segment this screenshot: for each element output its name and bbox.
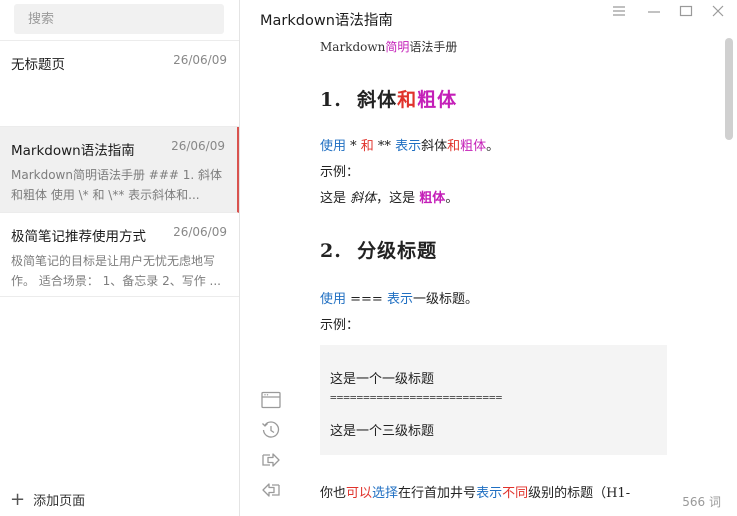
note-item-usage-tips[interactable]: 极简笔记推荐使用方式 26/06/09 极简笔记的目标是让用户无忧无虑地写作。 … bbox=[0, 213, 239, 297]
note-date: 26/06/09 bbox=[173, 225, 227, 239]
close-icon[interactable] bbox=[706, 2, 730, 20]
p3-f: 不同 bbox=[502, 486, 529, 501]
heading-1-part-a: 斜体 bbox=[357, 89, 398, 111]
doc-subtitle-c: 语法手册 bbox=[409, 40, 458, 54]
code-line-2: ========================== bbox=[330, 391, 503, 404]
example-label: 示例： bbox=[320, 165, 360, 180]
note-date: 26/06/09 bbox=[171, 139, 225, 153]
ex-bold: 粗体 bbox=[419, 191, 446, 206]
minimize-icon[interactable] bbox=[642, 2, 666, 20]
ex-italic: 斜体 bbox=[350, 191, 377, 206]
search-input[interactable] bbox=[14, 4, 224, 34]
heading-2: 2. 分级标题 bbox=[320, 236, 670, 263]
note-snippet: Markdown简明语法手册 ### 1. 斜体和粗体 使用 \* 和 \** … bbox=[11, 168, 223, 202]
note-item-untitled[interactable]: 无标题页 26/06/09 bbox=[0, 41, 239, 127]
heading-1-part-c: 粗体 bbox=[417, 89, 458, 111]
p1-d: ** bbox=[373, 139, 396, 154]
p1-e: 表示 bbox=[395, 139, 422, 154]
paragraph-1: 使用 * 和 ** 表示斜体和粗体。 bbox=[320, 134, 670, 160]
p3-d: 在行首加井号 bbox=[398, 486, 477, 501]
scrollbar-thumb[interactable] bbox=[725, 38, 733, 140]
heading-1: 1. 斜体和粗体 bbox=[320, 85, 670, 112]
p3-e: 表示 bbox=[476, 486, 503, 501]
ex-c: ，这是 bbox=[376, 191, 420, 206]
p1-g: 和 bbox=[447, 139, 461, 154]
doc-subtitle: Markdown简明语法手册 bbox=[320, 38, 670, 55]
share-in-icon[interactable] bbox=[260, 479, 282, 501]
ex-e: 。 bbox=[445, 191, 459, 206]
p1-b: * bbox=[346, 139, 361, 154]
p1-i: 。 bbox=[486, 139, 500, 154]
paragraph-3: 你也可以选择在行首加井号表示不同级别的标题（H1- bbox=[320, 481, 670, 507]
code-block: 这是一个一级标题 ========================== 这是一个… bbox=[320, 345, 667, 455]
word-count: 566 词 bbox=[682, 495, 721, 509]
heading-1-number: 1. bbox=[320, 89, 342, 111]
doc-subtitle-a: Markdown bbox=[320, 40, 386, 54]
heading-2-text: 分级标题 bbox=[357, 240, 438, 262]
note-date: 26/06/09 bbox=[173, 53, 227, 67]
p2-a: 使用 bbox=[320, 292, 347, 307]
menu-icon[interactable] bbox=[607, 2, 631, 20]
p1-a: 使用 bbox=[320, 139, 347, 154]
doc-subtitle-b: 简明 bbox=[385, 40, 410, 54]
note-list: 无标题页 26/06/09 Markdown语法指南 26/06/09 Mark… bbox=[0, 40, 239, 297]
code-line-1: 这是一个一级标题 bbox=[330, 372, 435, 387]
plus-icon: + bbox=[10, 488, 26, 510]
p1-c: 和 bbox=[360, 139, 374, 154]
code-line-3: 这是一个三级标题 bbox=[330, 424, 435, 439]
paragraph-2: 使用 === 表示一级标题。 bbox=[320, 287, 670, 313]
p3-b: 可以 bbox=[346, 486, 373, 501]
heading-2-number: 2. bbox=[320, 240, 342, 262]
browser-window-icon[interactable] bbox=[260, 389, 282, 411]
sidebar: 无标题页 26/06/09 Markdown语法指南 26/06/09 Mark… bbox=[0, 0, 240, 516]
ex-a: 这是 bbox=[320, 191, 351, 206]
p3-c: 选择 bbox=[372, 486, 399, 501]
example-label-2: 示例： bbox=[320, 318, 360, 333]
add-page-button[interactable]: + 添加页面 bbox=[10, 490, 85, 509]
p3-a: 你也 bbox=[320, 486, 347, 501]
document-editor[interactable]: Markdown简明语法手册 1. 斜体和粗体 使用 * 和 ** 表示斜体和粗… bbox=[320, 38, 670, 507]
share-out-icon[interactable] bbox=[260, 449, 282, 471]
p2-c: 表示 bbox=[386, 292, 413, 307]
history-icon[interactable] bbox=[260, 419, 282, 441]
p2-b: === bbox=[346, 292, 387, 307]
p2-d: 一级标题。 bbox=[412, 292, 478, 307]
maximize-icon[interactable] bbox=[674, 2, 698, 20]
document-title: Markdown语法指南 bbox=[260, 13, 393, 29]
note-item-markdown-guide[interactable]: Markdown语法指南 26/06/09 Markdown简明语法手册 ###… bbox=[0, 127, 239, 213]
example-line: 这是 斜体，这是 粗体。 bbox=[320, 186, 670, 212]
p1-h: 粗体 bbox=[460, 139, 487, 154]
heading-1-part-b: 和 bbox=[397, 89, 418, 111]
add-page-label: 添加页面 bbox=[33, 494, 86, 509]
note-snippet: 极简笔记的目标是让用户无忧无虑地写作。 适合场景： 1、备忘录 2、写作 ... bbox=[11, 254, 221, 288]
p3-g: 级别的标题（H1- bbox=[528, 486, 631, 501]
p1-f: 斜体 bbox=[421, 139, 448, 154]
